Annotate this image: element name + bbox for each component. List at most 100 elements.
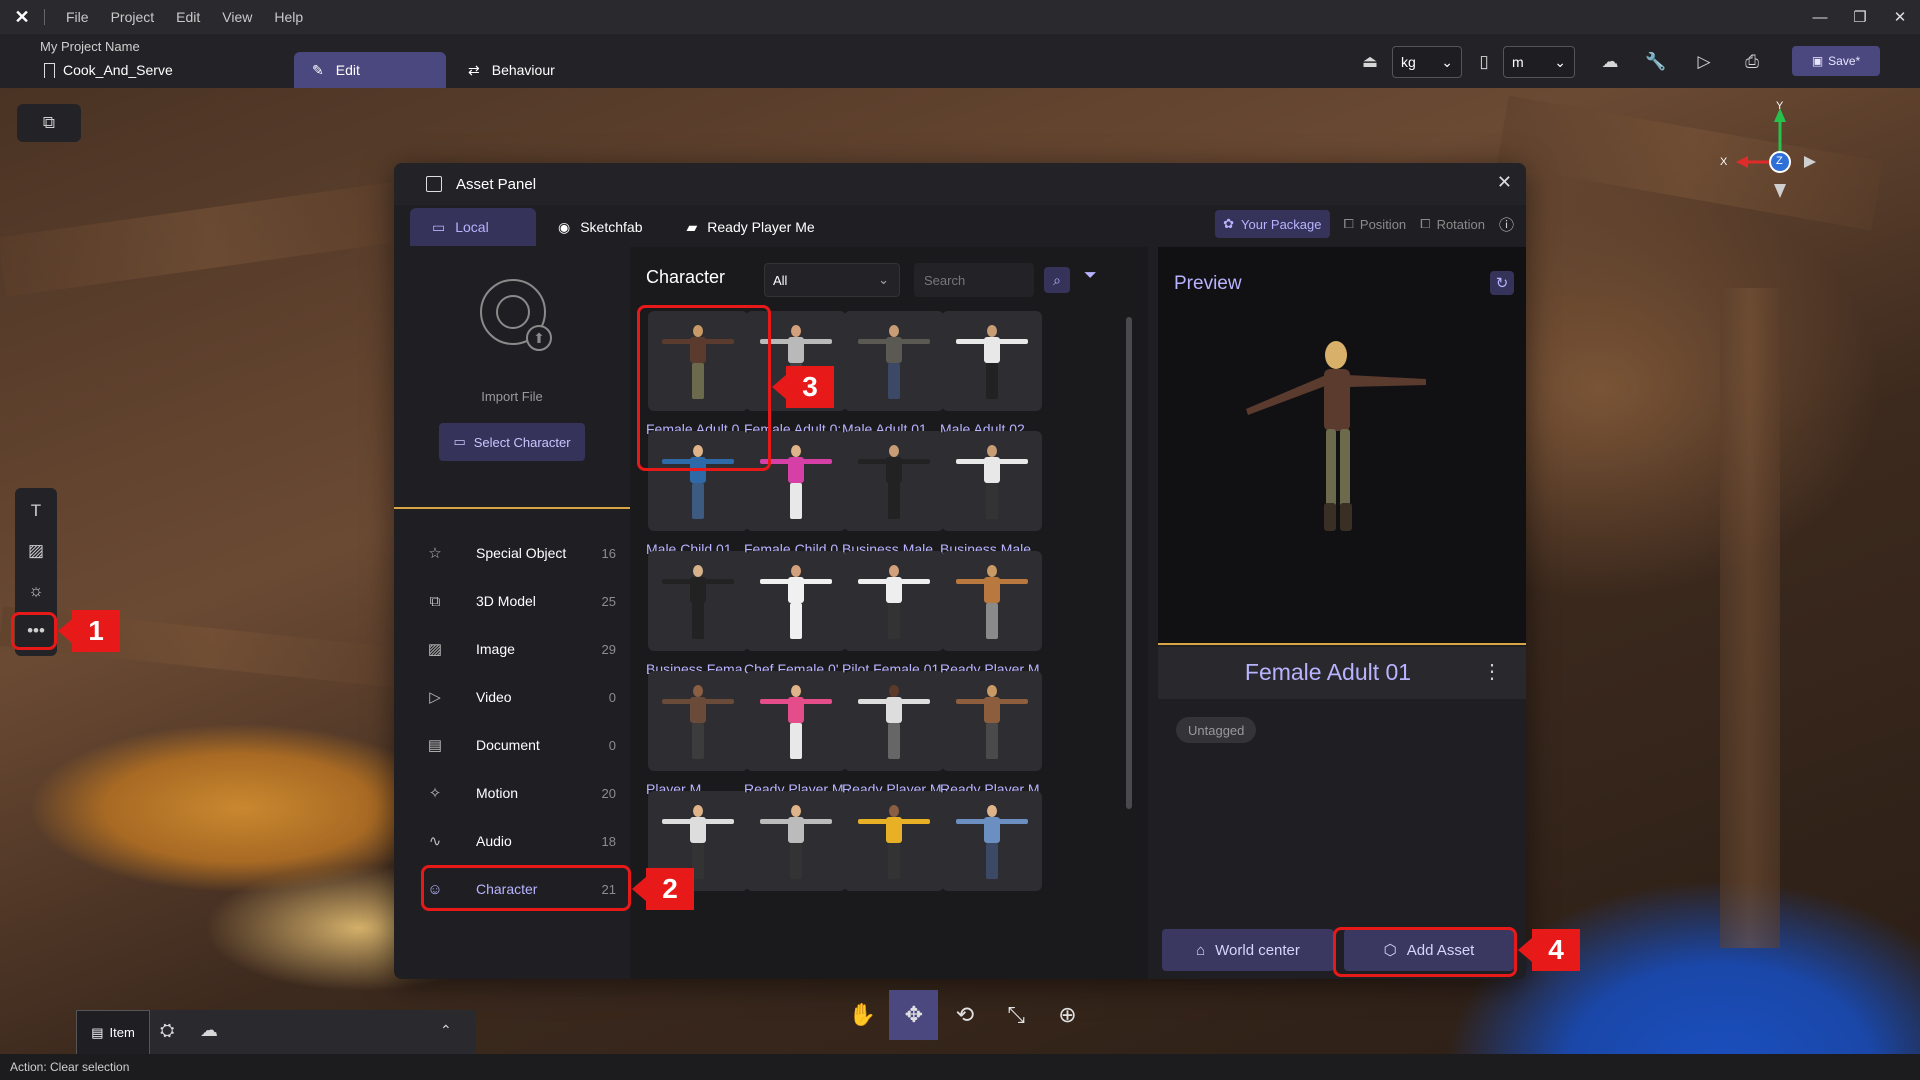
publish-icon[interactable]: ⎙: [1738, 48, 1766, 76]
category-count: 0: [608, 737, 616, 753]
menu-file[interactable]: File: [66, 9, 89, 25]
mass-unit-select[interactable]: kg ⌄: [1392, 46, 1462, 78]
category-motion[interactable]: ✧ Motion 20: [426, 775, 616, 811]
character-figure: [854, 685, 934, 759]
hand-tool-icon[interactable]: ✋: [838, 990, 887, 1040]
refresh-icon[interactable]: ↻: [1490, 271, 1514, 295]
rotate-tool-icon[interactable]: ⟲: [940, 990, 989, 1040]
menu-help[interactable]: Help: [274, 9, 303, 25]
category-audio[interactable]: ∿ Audio 18: [426, 823, 616, 859]
info-icon[interactable]: ⓘ: [1499, 214, 1514, 235]
scene-plank: [0, 179, 423, 297]
gizmo-x-label: X: [1720, 156, 1728, 168]
asset-card[interactable]: Ready Player M: [940, 551, 1044, 685]
category-document[interactable]: ▤ Document 0: [426, 727, 616, 763]
behaviour-icon: ⇄: [468, 61, 480, 78]
asset-thumbnail: [746, 551, 846, 651]
category-video[interactable]: ▷ Video 0: [426, 679, 616, 715]
more-vertical-icon[interactable]: ⋮: [1482, 659, 1502, 684]
asset-card[interactable]: Ready Player M: [744, 671, 848, 805]
import-character-icon[interactable]: ⬆: [480, 279, 552, 351]
rotation-label: Rotation: [1436, 216, 1485, 232]
position-icon: ⧠: [1343, 216, 1354, 231]
move-tool-icon[interactable]: ✥: [889, 990, 939, 1040]
category-special-object[interactable]: ☆ Special Object 16: [426, 535, 616, 571]
divider: [44, 9, 45, 25]
wrench-icon[interactable]: 🔧: [1642, 48, 1670, 76]
image-tool-icon[interactable]: ▨: [23, 538, 49, 564]
environment-icon[interactable]: ⛭: [160, 1020, 174, 1041]
asset-card[interactable]: Male Adult 02: [940, 311, 1044, 445]
light-tool-icon[interactable]: ☼: [23, 578, 49, 604]
category-label: 3D Model: [476, 593, 536, 609]
scale-tool-icon[interactable]: ⤡: [992, 990, 1041, 1040]
character-figure: [756, 685, 836, 759]
document-icon: ▤: [427, 737, 443, 754]
orientation-gizmo[interactable]: Y X Z: [1720, 100, 1820, 210]
category-3d-model[interactable]: ⧉ 3D Model 25: [426, 583, 616, 619]
restore-icon[interactable]: ❐: [1840, 0, 1880, 34]
preview-viewport[interactable]: Preview ↻: [1158, 247, 1526, 645]
ruler-icon: ▯: [1479, 52, 1489, 71]
save-button[interactable]: ▣ Save*: [1792, 46, 1880, 76]
menu-view[interactable]: View: [222, 9, 252, 25]
asset-card[interactable]: [744, 791, 848, 925]
asset-card[interactable]: Business Male: [940, 431, 1044, 565]
character-figure: [756, 565, 836, 639]
asset-card[interactable]: Business Fema: [646, 551, 750, 685]
menu-edit[interactable]: Edit: [176, 9, 200, 25]
asset-card[interactable]: [940, 791, 1044, 925]
search-icon[interactable]: ⌕: [1044, 267, 1070, 293]
world-center-button[interactable]: ⌂ World center: [1162, 929, 1334, 971]
text-tool-icon[interactable]: T: [23, 498, 49, 524]
asset-card[interactable]: Pilot Female 01: [842, 551, 946, 685]
asset-card[interactable]: Male Adult 01: [842, 311, 946, 445]
tab-ready-player-me[interactable]: ▰ Ready Player Me: [664, 208, 836, 246]
search-input[interactable]: Search: [914, 263, 1034, 297]
layers-button[interactable]: ⧉: [17, 104, 81, 142]
category-label: Motion: [476, 785, 519, 801]
star-icon: ☆: [428, 545, 442, 562]
asset-card[interactable]: Chef Female 0': [744, 551, 848, 685]
menu-project[interactable]: Project: [111, 9, 155, 25]
tab-item[interactable]: ▤ Item: [76, 1010, 150, 1054]
minimize-icon[interactable]: —: [1800, 0, 1840, 34]
tab-local[interactable]: ▭ Local: [410, 208, 536, 246]
preview-name-bar: Female Adult 01 ⋮: [1158, 647, 1526, 699]
select-character-button[interactable]: ▭ Select Character: [439, 423, 585, 461]
close-icon[interactable]: ✕: [1880, 0, 1920, 34]
tab-edit[interactable]: ✎ Edit: [294, 52, 446, 88]
category-filter-select[interactable]: All ⌄: [764, 263, 900, 297]
filter-icon[interactable]: ⏷: [1084, 267, 1097, 285]
chevron-up-icon[interactable]: ⌃: [440, 1022, 452, 1039]
category-label: Video: [476, 689, 512, 705]
play-icon: ▷: [429, 689, 441, 706]
play-icon[interactable]: ▷: [1690, 48, 1718, 76]
position-label: Position: [1359, 216, 1407, 232]
sky-icon[interactable]: ☁: [200, 1020, 218, 1041]
tag-badge[interactable]: Untagged: [1176, 717, 1257, 743]
tab-local-label: Local: [455, 219, 489, 235]
tab-sketchfab[interactable]: ◉ Sketchfab: [536, 208, 664, 246]
asset-card[interactable]: [842, 791, 946, 925]
asset-card[interactable]: Business Male: [842, 431, 946, 565]
asset-card[interactable]: Ready Player M: [940, 671, 1044, 805]
cube-icon: ⧉: [429, 592, 441, 610]
asset-card[interactable]: Player M: [646, 671, 750, 805]
audio-icon: ∿: [428, 833, 442, 850]
import-file-label: Import File: [481, 389, 543, 404]
asset-thumbnail: [648, 671, 748, 771]
category-image[interactable]: ▨ Image 29: [426, 631, 616, 667]
rotation-button[interactable]: ⧠ Rotation: [1420, 216, 1485, 232]
length-unit-select[interactable]: m ⌄: [1503, 46, 1575, 78]
your-package-button[interactable]: ✿ Your Package: [1215, 210, 1330, 238]
tab-behaviour[interactable]: ⇄ Behaviour: [450, 52, 573, 88]
pivot-tool-icon[interactable]: ⊕: [1043, 990, 1092, 1040]
grid-scrollbar[interactable]: [1126, 317, 1132, 809]
cloud-icon[interactable]: ☁: [1596, 48, 1624, 76]
close-icon[interactable]: ✕: [1497, 172, 1512, 193]
project-name[interactable]: Cook_And_Serve: [44, 62, 173, 78]
gizmo-y-label: Y: [1776, 100, 1784, 112]
position-button[interactable]: ⧠ Position: [1344, 216, 1407, 232]
asset-card[interactable]: Ready Player M: [842, 671, 946, 805]
